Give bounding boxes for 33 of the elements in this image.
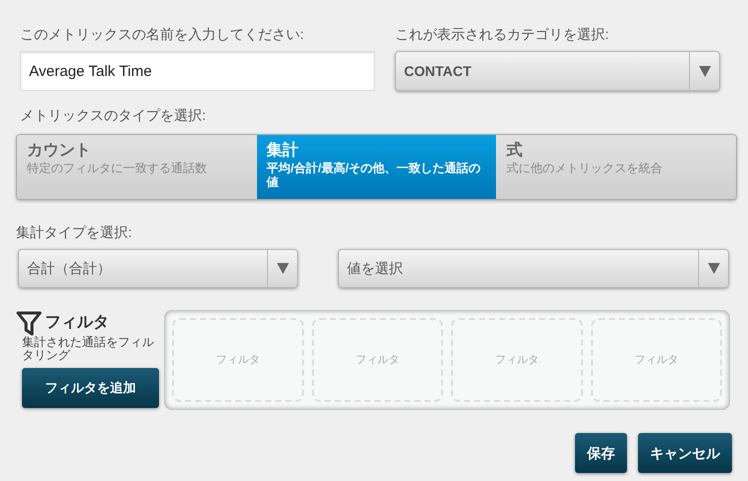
- save-button[interactable]: 保存: [575, 433, 627, 473]
- tab-description: 特定のフィルタに一致する通話数: [27, 161, 208, 175]
- cancel-button[interactable]: キャンセル: [638, 433, 732, 473]
- field-label: このメトリックスの名前を入力してください:: [20, 25, 305, 44]
- filter-slot-text: フィルタ: [355, 352, 400, 368]
- caret-icon: [276, 263, 288, 274]
- select-value: 値を選択: [346, 259, 404, 278]
- filter-slot-text: フィルタ: [494, 352, 539, 368]
- name-input-field[interactable]: Average Talk Time: [20, 51, 375, 91]
- metric-type-tab[interactable]: カウント 特定のフィルタに一致する通話数: [17, 135, 257, 199]
- metric-type-tab[interactable]: 集計 平均/合計/最高/その他、一致した通話の値: [256, 135, 496, 199]
- add-filter-button[interactable]: フィルタを追加: [22, 368, 159, 408]
- caret-icon: [698, 66, 710, 76]
- caret-icon: [708, 263, 720, 274]
- field-label: これが表示されるカテゴリを選択:: [395, 25, 610, 44]
- metric-type-tab[interactable]: 式 式に他のメトリックスを統合: [496, 135, 736, 199]
- select-value: CONTACT: [403, 62, 472, 80]
- tab-description: 式に他のメトリックスを統合: [506, 161, 664, 175]
- filter-slot-text: フィルタ: [634, 352, 678, 368]
- filter-description: 集計された通話をフィルタリング: [21, 336, 155, 362]
- filter-icon: [16, 310, 42, 336]
- tab-description: 平均/合計/最高/その他、一致した通話の値: [266, 161, 482, 189]
- tab-title: 式: [506, 141, 524, 161]
- filter-title: フィルタ: [45, 313, 109, 333]
- category-select[interactable]: CONTACT: [395, 51, 720, 91]
- tab-title: 集計: [266, 141, 300, 161]
- value-select[interactable]: 値を選択: [338, 249, 729, 288]
- field-label: メトリックスのタイプを選択:: [19, 106, 207, 125]
- field-label: 集計タイプを選択:: [16, 223, 133, 242]
- select-value: 合計（合計）: [26, 259, 112, 278]
- filter-slot-text: フィルタ: [216, 352, 260, 368]
- aggregate-type-select[interactable]: 合計（合計）: [18, 249, 298, 288]
- tab-title: カウント: [27, 141, 92, 161]
